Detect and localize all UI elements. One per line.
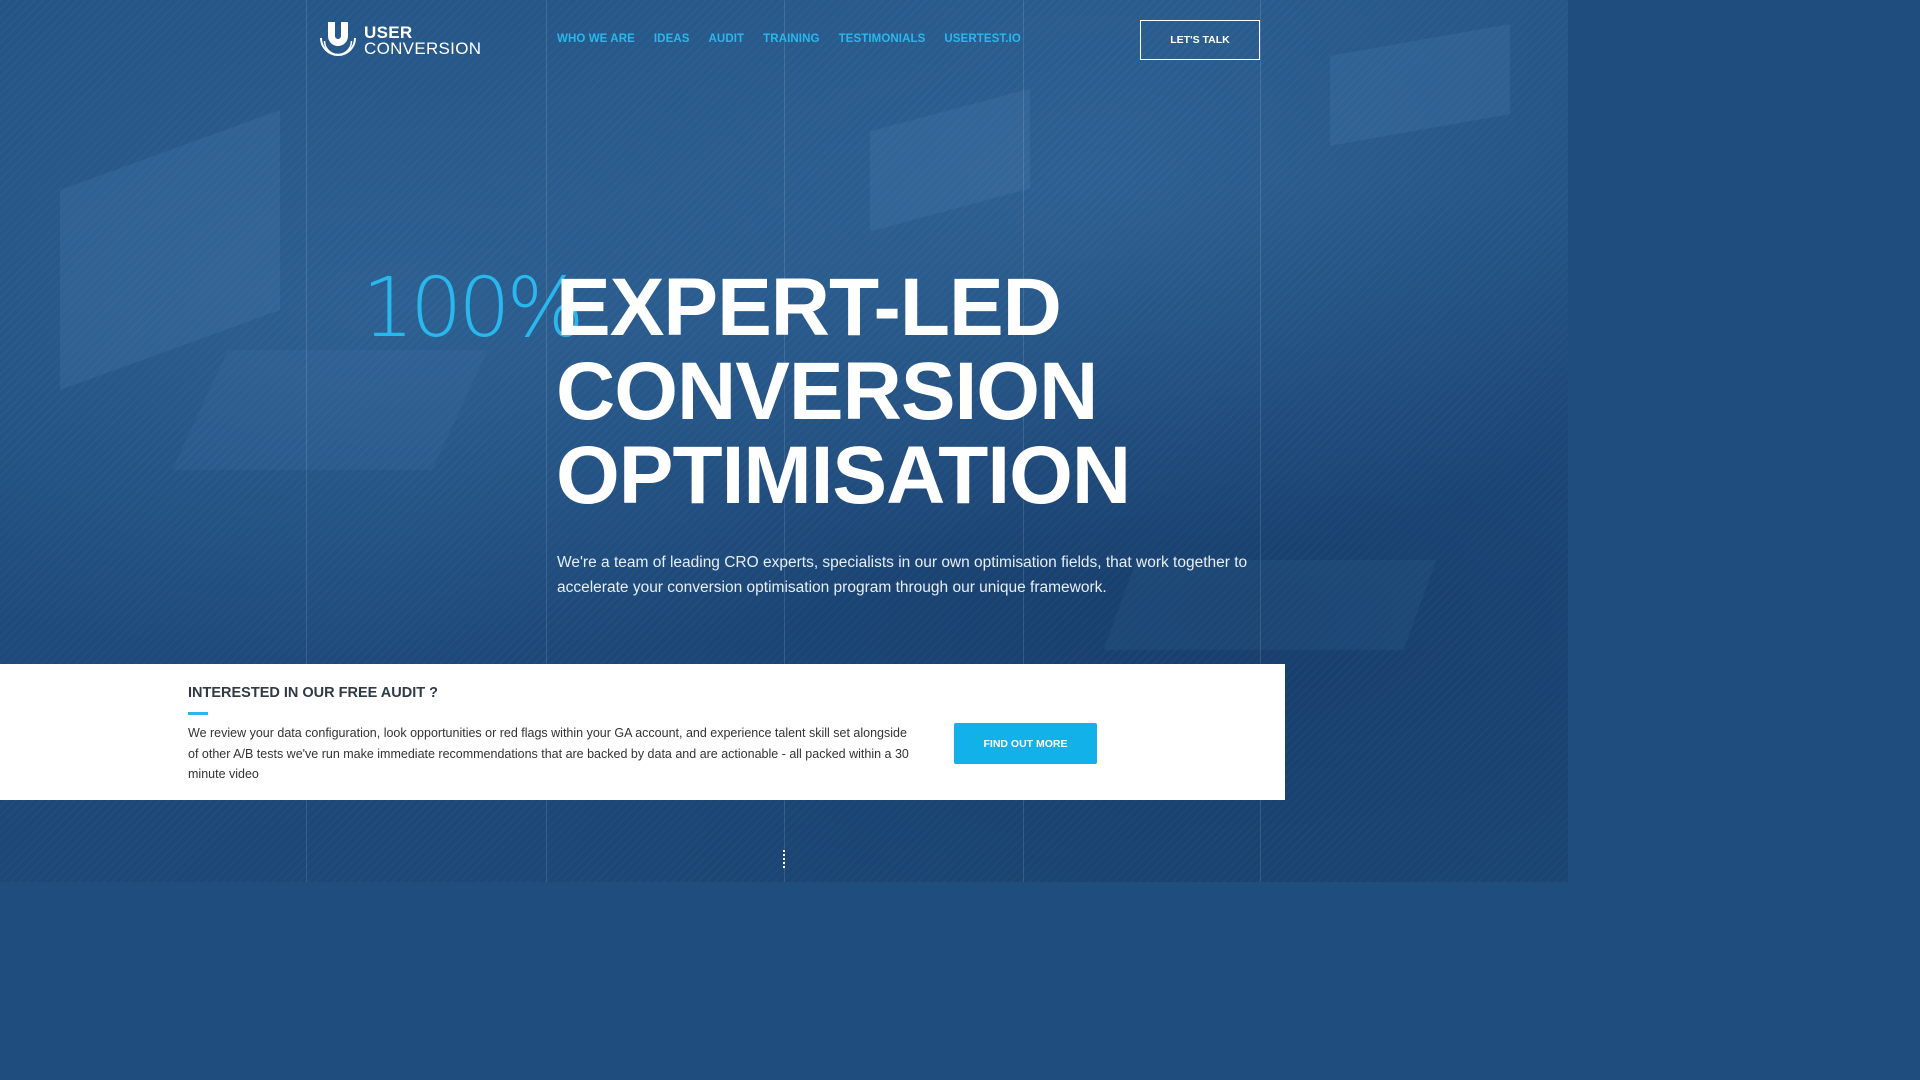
hero-description: We're a team of leading CRO experts, spe… — [557, 554, 1248, 596]
main-nav: WHO WE ARE IDEAS AUDIT TRAINING TESTIMON… — [557, 33, 1040, 45]
hero-headline-line: CONVERSION — [556, 346, 1098, 437]
nav-item-testimonials[interactable]: TESTIMONIALS — [839, 33, 926, 45]
nav-item-usertest-io[interactable]: USERTEST.IO — [944, 33, 1021, 45]
audit-title-underline — [188, 712, 208, 715]
nav-item-who-we-are[interactable]: WHO WE ARE — [557, 33, 635, 45]
user-conversion-u-logo-icon — [320, 22, 356, 56]
hero-percent: 100% — [362, 261, 584, 356]
logo-text: USER CONVERSION — [364, 24, 482, 58]
audit-title: INTERESTED IN OUR FREE AUDIT ? — [188, 685, 438, 701]
site-logo[interactable]: USER CONVERSION — [318, 20, 481, 62]
nav-item-ideas[interactable]: IDEAS — [654, 33, 690, 45]
free-audit-banner: INTERESTED IN OUR FREE AUDIT ? We review… — [0, 664, 1285, 800]
find-out-more-button[interactable]: FIND OUT MORE — [954, 723, 1097, 764]
audit-description: We review your data configuration, look … — [188, 726, 909, 781]
scroll-down-dots-icon[interactable] — [783, 850, 786, 870]
hero-headline-line: OPTIMISATION — [556, 430, 1131, 521]
nav-item-training[interactable]: TRAINING — [763, 33, 819, 45]
hero-headline-line: EXPERT-LED — [556, 262, 1062, 353]
logo-text-conversion: CONVERSION — [364, 39, 482, 58]
nav-item-audit[interactable]: AUDIT — [709, 33, 745, 45]
hero-headline: EXPERT-LED CONVERSION OPTIMISATION — [556, 262, 1131, 521]
lets-talk-button[interactable]: LET'S TALK — [1140, 20, 1260, 60]
